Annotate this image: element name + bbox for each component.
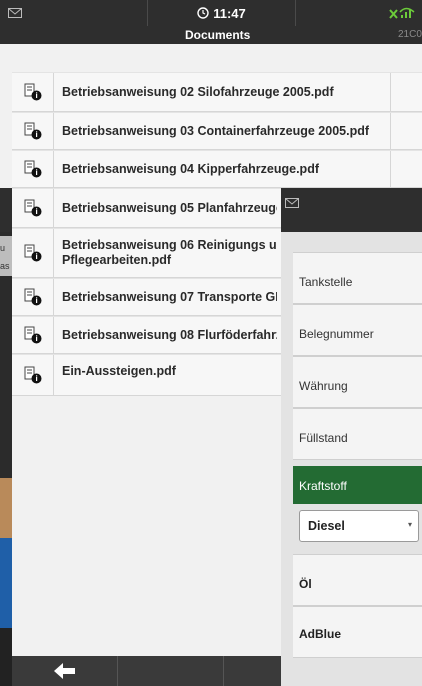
document-info-icon xyxy=(12,113,54,149)
fuel-type-select[interactable]: Diesel ▾ xyxy=(299,510,419,542)
document-name: Betriebsanweisung 02 Silofahrzeuge 2005.… xyxy=(62,85,334,99)
document-info-icon xyxy=(12,151,54,187)
clock-time: 11:47 xyxy=(213,5,246,21)
status-mail[interactable] xyxy=(0,0,148,26)
list-item[interactable]: Betriebsanweisung 02 Silofahrzeuge 2005.… xyxy=(12,72,422,112)
field-fuellstand[interactable]: Füllstand xyxy=(293,408,422,460)
document-info-icon xyxy=(12,317,54,353)
screen: u as 11:47 Documents 21C0 Betriebsanweis… xyxy=(0,0,422,686)
document-name: Betriebsanweisung 06 Reinigungs und xyxy=(62,238,277,252)
document-name: Betriebsanweisung 08 Flurföderfahrz xyxy=(62,328,277,342)
document-name-line2: Pflegearbeiten.pdf xyxy=(62,253,172,267)
fuel-type-value: Diesel xyxy=(308,519,345,533)
field-label: Währung xyxy=(299,379,348,393)
status-signal xyxy=(296,0,422,26)
list-item[interactable]: Betriebsanweisung 04 Kipperfahrzeuge.pdf xyxy=(12,150,422,188)
document-name: Betriebsanweisung 04 Kipperfahrzeuge.pdf xyxy=(62,162,319,176)
overlay-header-left xyxy=(0,188,12,232)
document-info-icon xyxy=(12,229,54,277)
back-button[interactable] xyxy=(12,656,118,686)
mail-icon[interactable] xyxy=(285,198,299,208)
list-item[interactable]: Betriebsanweisung 03 Containerfahrzeuge … xyxy=(12,112,422,150)
bottom-nav xyxy=(12,656,281,686)
list-item[interactable]: Betriebsanweisung 06 Reinigungs und Pfle… xyxy=(12,228,281,278)
document-name: Betriebsanweisung 05 Planfahrzeuge xyxy=(62,201,277,215)
clock-icon xyxy=(197,7,209,19)
document-info-icon xyxy=(12,73,54,111)
document-info-icon xyxy=(12,189,54,227)
back-arrow-icon xyxy=(53,663,75,679)
document-name: Ein-Aussteigen.pdf xyxy=(62,364,176,378)
chevron-down-icon: ▾ xyxy=(407,520,412,529)
list-item[interactable]: Betriebsanweisung 07 Transporte GM xyxy=(12,278,281,316)
status-clock: 11:47 xyxy=(148,0,296,26)
mail-icon xyxy=(8,8,22,18)
list-item[interactable]: Betriebsanweisung 05 Planfahrzeuge xyxy=(12,188,281,228)
field-waehrung[interactable]: Währung xyxy=(293,356,422,408)
document-info-icon xyxy=(12,279,54,315)
status-bar: 11:47 Documents 21C0 xyxy=(0,0,422,44)
field-label: Belegnummer xyxy=(299,327,374,341)
field-label: AdBlue xyxy=(299,627,341,641)
kraftstoff-header: Kraftstoff xyxy=(293,466,422,504)
list-item[interactable]: Ein-Aussteigen.pdf xyxy=(12,354,281,396)
field-label: Füllstand xyxy=(299,431,348,445)
signal-icon xyxy=(389,7,415,19)
background-fragment: u as xyxy=(0,236,12,276)
document-name: Betriebsanweisung 07 Transporte GM xyxy=(62,290,277,304)
fuel-form-panel: Tankstelle Belegnummer Währung Füllstand… xyxy=(281,232,422,686)
field-tankstelle[interactable]: Tankstelle xyxy=(293,252,422,304)
field-label: Kraftstoff xyxy=(299,479,347,493)
field-label: Öl xyxy=(299,577,312,591)
field-oel[interactable]: Öl xyxy=(293,554,422,606)
nav-button[interactable] xyxy=(118,656,224,686)
document-name: Betriebsanweisung 03 Containerfahrzeuge … xyxy=(62,124,370,138)
field-label: Tankstelle xyxy=(299,275,353,289)
nav-button[interactable] xyxy=(224,656,281,686)
page-title: Documents xyxy=(185,28,251,42)
field-belegnummer[interactable]: Belegnummer xyxy=(293,304,422,356)
field-adblue[interactable]: AdBlue xyxy=(293,606,422,658)
overlay-header xyxy=(281,188,422,232)
document-info-icon xyxy=(12,355,54,395)
header-code: 21C0 xyxy=(398,29,422,40)
list-item[interactable]: Betriebsanweisung 08 Flurföderfahrz xyxy=(12,316,281,354)
